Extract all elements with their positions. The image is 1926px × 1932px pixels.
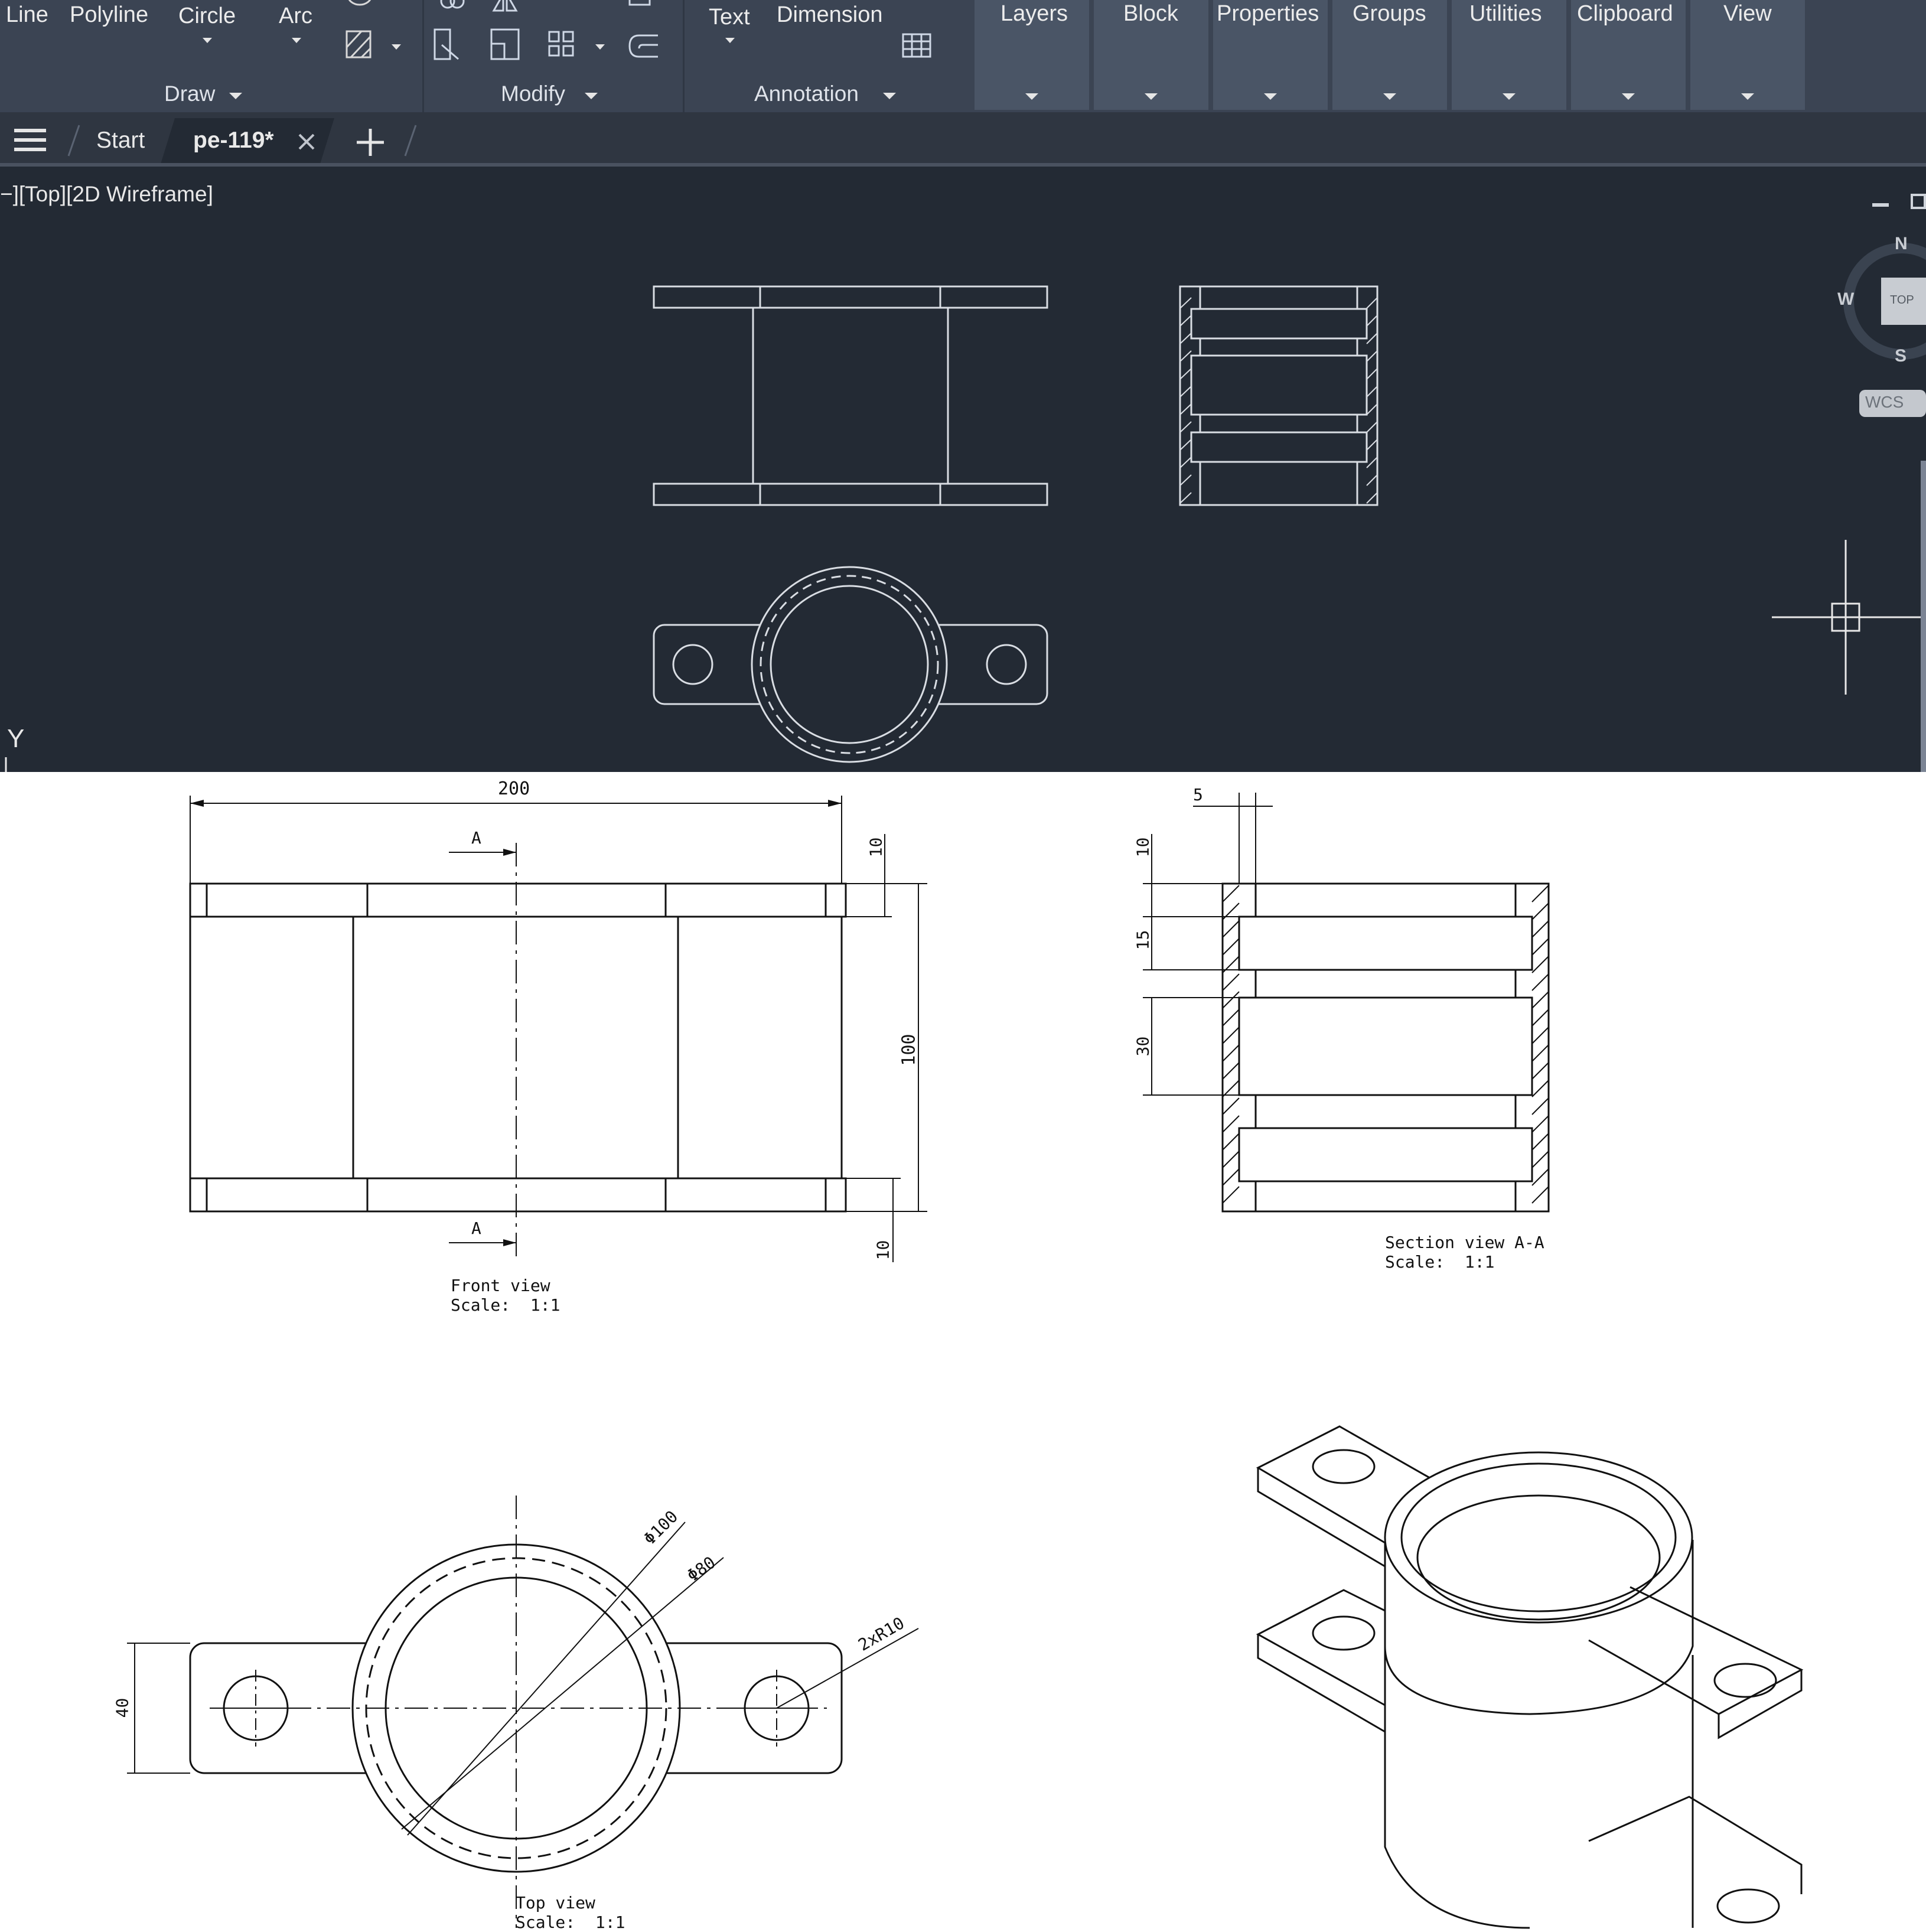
drawing-sheet xyxy=(127,793,1804,1929)
dimension-button[interactable]: Dimension xyxy=(777,2,883,28)
separator xyxy=(422,0,424,112)
block-panel[interactable]: Block xyxy=(1094,0,1211,110)
front-section-mark-bottom: A xyxy=(471,1219,481,1238)
section-dimension-10: 10 xyxy=(1133,837,1153,858)
annotation-panel-title[interactable]: Annotation xyxy=(754,82,859,106)
view-panel-label: View xyxy=(1723,1,1772,26)
draw-panel-expand-icon[interactable] xyxy=(229,93,242,99)
circle-button[interactable]: Circle xyxy=(178,4,236,29)
viewcube-face-label[interactable]: TOP xyxy=(1890,294,1914,307)
file-tab-bar: Start pe-119* xyxy=(0,112,1926,168)
polyline-button[interactable]: Polyline xyxy=(70,2,148,28)
front-width-dimension: 200 xyxy=(498,778,530,799)
wcs-label[interactable]: WCS xyxy=(1865,393,1904,412)
front-view xyxy=(189,796,927,1262)
section-dimension-15: 15 xyxy=(1133,930,1153,950)
section-view-scale: Scale: 1:1 xyxy=(1385,1252,1495,1272)
hatch-icon[interactable] xyxy=(345,30,374,62)
layers-expand-icon[interactable] xyxy=(1025,93,1038,100)
viewport-scrollbar[interactable] xyxy=(1921,461,1926,772)
front-section-mark-top: A xyxy=(471,828,481,848)
clipboard-expand-icon[interactable] xyxy=(1622,93,1635,100)
properties-panel[interactable]: Properties xyxy=(1213,0,1330,110)
compass-north: N xyxy=(1895,234,1908,253)
arc-button[interactable]: Arc xyxy=(279,4,312,29)
array-icon[interactable] xyxy=(547,30,576,61)
groups-panel[interactable]: Groups xyxy=(1332,0,1449,110)
draw-panel-title[interactable]: Draw xyxy=(164,82,215,106)
layers-panel[interactable]: Layers xyxy=(975,0,1091,110)
minimize-viewport-icon[interactable] xyxy=(1872,203,1889,207)
block-expand-icon[interactable] xyxy=(1145,93,1158,100)
section-view xyxy=(1143,793,1550,1213)
hatch-dropdown-icon[interactable] xyxy=(392,44,401,50)
top-height-dimension: 40 xyxy=(112,1698,132,1718)
modify-panel-title[interactable]: Modify xyxy=(501,82,565,106)
utilities-panel-label: Utilities xyxy=(1469,1,1542,26)
compass-south: S xyxy=(1895,346,1907,366)
table-icon[interactable] xyxy=(901,32,934,60)
offset-icon[interactable] xyxy=(626,32,661,61)
clipboard-panel[interactable]: Clipboard xyxy=(1571,0,1688,110)
viewport-section-view xyxy=(1179,285,1378,506)
front-bottom-flange-dimension: 10 xyxy=(873,1240,893,1260)
text-button[interactable]: Text xyxy=(709,5,750,30)
clipboard-panel-label: Clipboard xyxy=(1577,1,1673,26)
layers-panel-label: Layers xyxy=(1001,1,1068,26)
front-top-flange-dimension: 10 xyxy=(866,837,886,858)
close-tab-icon[interactable] xyxy=(297,132,316,151)
fillet-icon[interactable] xyxy=(626,0,656,12)
circle-dropdown-icon[interactable] xyxy=(203,38,212,43)
utilities-expand-icon[interactable] xyxy=(1503,93,1516,100)
block-panel-label: Block xyxy=(1123,1,1178,26)
properties-expand-icon[interactable] xyxy=(1264,93,1277,100)
viewport-model-views xyxy=(653,285,1378,763)
view-panel[interactable]: View xyxy=(1690,0,1807,110)
top-view-title: Top view xyxy=(516,1893,595,1913)
tab-pe-119[interactable]: pe-119* xyxy=(193,128,274,154)
utilities-panel[interactable]: Utilities xyxy=(1452,0,1569,110)
ucs-y-label: Y xyxy=(7,724,25,753)
scale-icon[interactable] xyxy=(488,27,523,64)
new-tab-icon[interactable] xyxy=(354,126,386,158)
modify-panel-expand-icon[interactable] xyxy=(585,93,598,99)
compass-west: W xyxy=(1837,289,1855,309)
array-dropdown-icon[interactable] xyxy=(595,44,605,50)
front-height-dimension: 100 xyxy=(898,1034,920,1066)
top-view xyxy=(127,1496,919,1928)
tab-divider xyxy=(404,125,417,157)
front-view-title: Front view xyxy=(451,1276,550,1295)
mirror-icon[interactable] xyxy=(489,0,524,17)
crosshair-cursor xyxy=(1772,540,1926,695)
copy-icon[interactable] xyxy=(436,0,471,17)
top-view-scale: Scale: 1:1 xyxy=(516,1913,625,1932)
stretch-icon[interactable] xyxy=(430,27,465,64)
ribbon: Line Polyline Circle Arc Draw Modify Tex… xyxy=(0,0,1926,112)
section-wall-dimension: 5 xyxy=(1193,785,1203,804)
text-dropdown-icon[interactable] xyxy=(725,38,735,43)
isometric-view xyxy=(1256,1425,1804,1929)
section-view-title: Section view A-A xyxy=(1385,1233,1544,1252)
separator xyxy=(683,0,685,112)
front-view-scale: Scale: 1:1 xyxy=(451,1295,560,1315)
viewport-front-view xyxy=(653,285,1048,506)
tab-divider xyxy=(67,125,80,157)
line-button[interactable]: Line xyxy=(6,2,48,28)
menu-icon[interactable] xyxy=(13,126,50,155)
view-expand-icon[interactable] xyxy=(1741,93,1754,100)
annotation-panel-expand-icon[interactable] xyxy=(883,93,896,99)
viewport-top-view xyxy=(653,566,1048,763)
ucs-icon xyxy=(5,757,7,772)
properties-panel-label: Properties xyxy=(1217,1,1319,26)
section-dimension-30: 30 xyxy=(1133,1036,1153,1057)
restore-viewport-icon[interactable] xyxy=(1911,194,1926,209)
rectangle-icon[interactable] xyxy=(345,0,374,9)
arc-dropdown-icon[interactable] xyxy=(292,38,301,43)
tab-start[interactable]: Start xyxy=(96,128,145,154)
groups-expand-icon[interactable] xyxy=(1383,93,1396,100)
groups-panel-label: Groups xyxy=(1353,1,1426,26)
